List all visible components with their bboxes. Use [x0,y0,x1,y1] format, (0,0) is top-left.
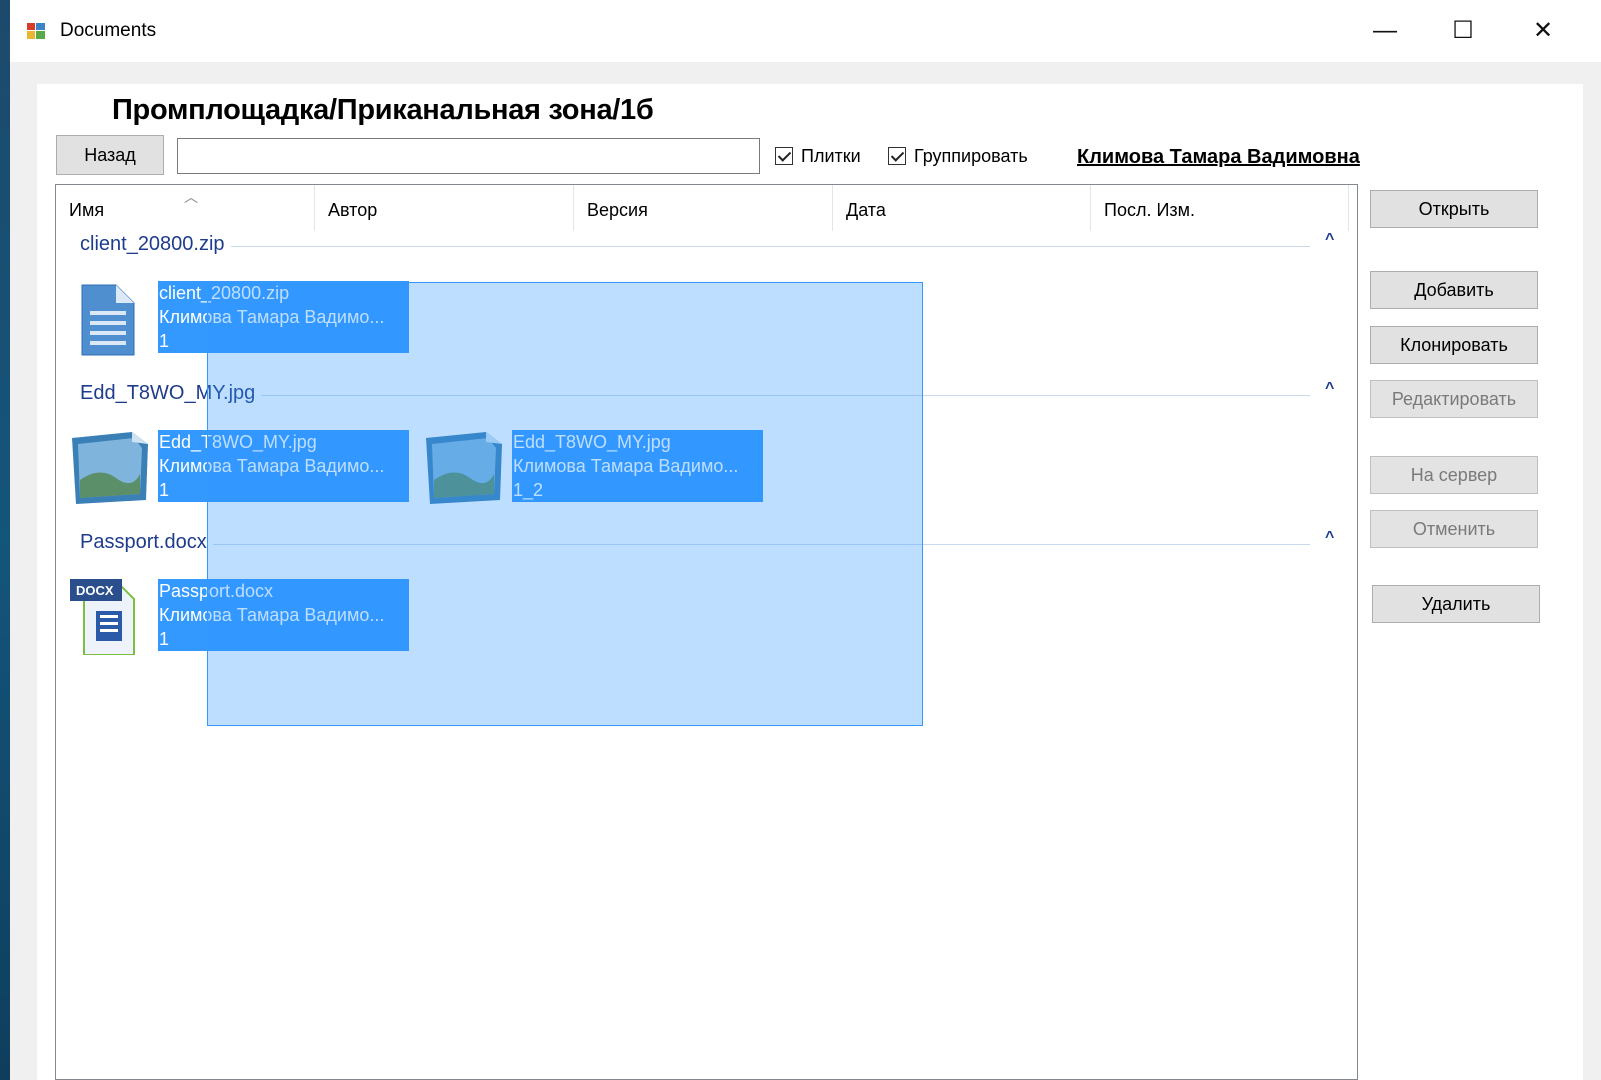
minimize-button[interactable]: — [1365,10,1405,52]
app-icon [27,23,45,39]
group-header[interactable]: client_20800.zip ^ [80,231,1350,261]
back-button[interactable]: Назад [56,135,164,175]
file-name: client_20800.zip [159,283,290,303]
image-file-icon [70,430,150,506]
file-tile[interactable]: DOCX Passport.docx Климова Тамара Вадимо… [70,579,410,656]
group-divider [80,395,1310,396]
docx-file-icon: DOCX [70,579,150,656]
to-server-button[interactable]: На сервер [1370,456,1538,494]
group-checkbox-label: Группировать [914,145,1028,166]
search-input[interactable] [177,138,760,174]
group-divider [80,544,1310,545]
tiles-checkbox[interactable]: Плитки [775,144,861,168]
open-button[interactable]: Открыть [1370,190,1538,228]
checkbox-checked-icon[interactable] [888,147,906,165]
clone-button[interactable]: Клонировать [1370,326,1538,364]
zip-document-icon [70,281,150,357]
group-title: client_20800.zip [80,233,231,256]
file-name: Edd_T8WO_MY.jpg [159,432,317,452]
column-header-author[interactable]: Автор [315,185,574,231]
file-author: Климова Тамара Вадимо... [159,605,385,625]
file-name: Edd_T8WO_MY.jpg [513,432,671,452]
collapse-icon[interactable]: ^ [1325,380,1334,398]
cancel-button[interactable]: Отменить [1370,510,1538,548]
column-header-name[interactable]: Имя ︿ [56,185,315,231]
close-button[interactable]: ✕ [1523,10,1563,52]
group-divider [80,246,1310,247]
file-author: Климова Тамара Вадимо... [513,456,739,476]
group-checkbox[interactable]: Группировать [888,144,1028,168]
column-header-modified[interactable]: Посл. Изм. [1091,185,1349,231]
title-bar: Documents — ☐ ✕ [10,0,1601,62]
file-version: 1 [159,629,170,649]
collapse-icon[interactable]: ^ [1325,529,1334,547]
file-tile[interactable]: Edd_T8WO_MY.jpg Климова Тамара Вадимо...… [70,430,410,506]
documents-list[interactable]: Имя ︿ Автор Версия Дата Посл. Изм. clien… [55,184,1358,1080]
column-header-version[interactable]: Версия [574,185,833,231]
column-header-date[interactable]: Дата [833,185,1091,231]
tile-info: Passport.docx Климова Тамара Вадимо... 1 [158,579,409,651]
group-title: Passport.docx [80,531,213,554]
user-name-link[interactable]: Климова Тамара Вадимовна [1077,146,1360,169]
file-version: 1 [159,331,170,351]
edit-button[interactable]: Редактировать [1370,380,1538,418]
documents-window: Documents — ☐ ✕ Промплощадка/Приканальна… [10,0,1601,1080]
svg-text:DOCX: DOCX [76,583,114,598]
main-panel: Промплощадка/Приканальная зона/1б Назад … [37,84,1583,1080]
tiles-checkbox-label: Плитки [801,145,861,166]
tile-info: client_20800.zip Климова Тамара Вадимо..… [158,281,409,353]
tile-info: Edd_T8WO_MY.jpg Климова Тамара Вадимо...… [512,430,763,502]
collapse-icon[interactable]: ^ [1325,231,1334,249]
file-version: 1_2 [513,480,544,500]
delete-button[interactable]: Удалить [1372,585,1540,623]
path-title: Промплощадка/Приканальная зона/1б [112,94,654,126]
sort-ascending-icon: ︿ [184,189,198,205]
group-header[interactable]: Edd_T8WO_MY.jpg ^ [80,380,1350,410]
image-file-icon [424,430,504,506]
group-title: Edd_T8WO_MY.jpg [80,382,262,405]
file-author: Климова Тамара Вадимо... [159,307,385,327]
add-button[interactable]: Добавить [1370,271,1538,309]
file-tile[interactable]: Edd_T8WO_MY.jpg Климова Тамара Вадимо...… [424,430,764,506]
file-version: 1 [159,480,170,500]
file-name: Passport.docx [159,581,274,601]
maximize-button[interactable]: ☐ [1443,10,1483,52]
tile-info: Edd_T8WO_MY.jpg Климова Тамара Вадимо...… [158,430,409,502]
file-tile[interactable]: client_20800.zip Климова Тамара Вадимо..… [70,281,410,357]
group-header[interactable]: Passport.docx ^ [80,529,1350,559]
checkbox-checked-icon[interactable] [775,147,793,165]
file-author: Климова Тамара Вадимо... [159,456,385,476]
window-title: Documents [60,20,157,41]
